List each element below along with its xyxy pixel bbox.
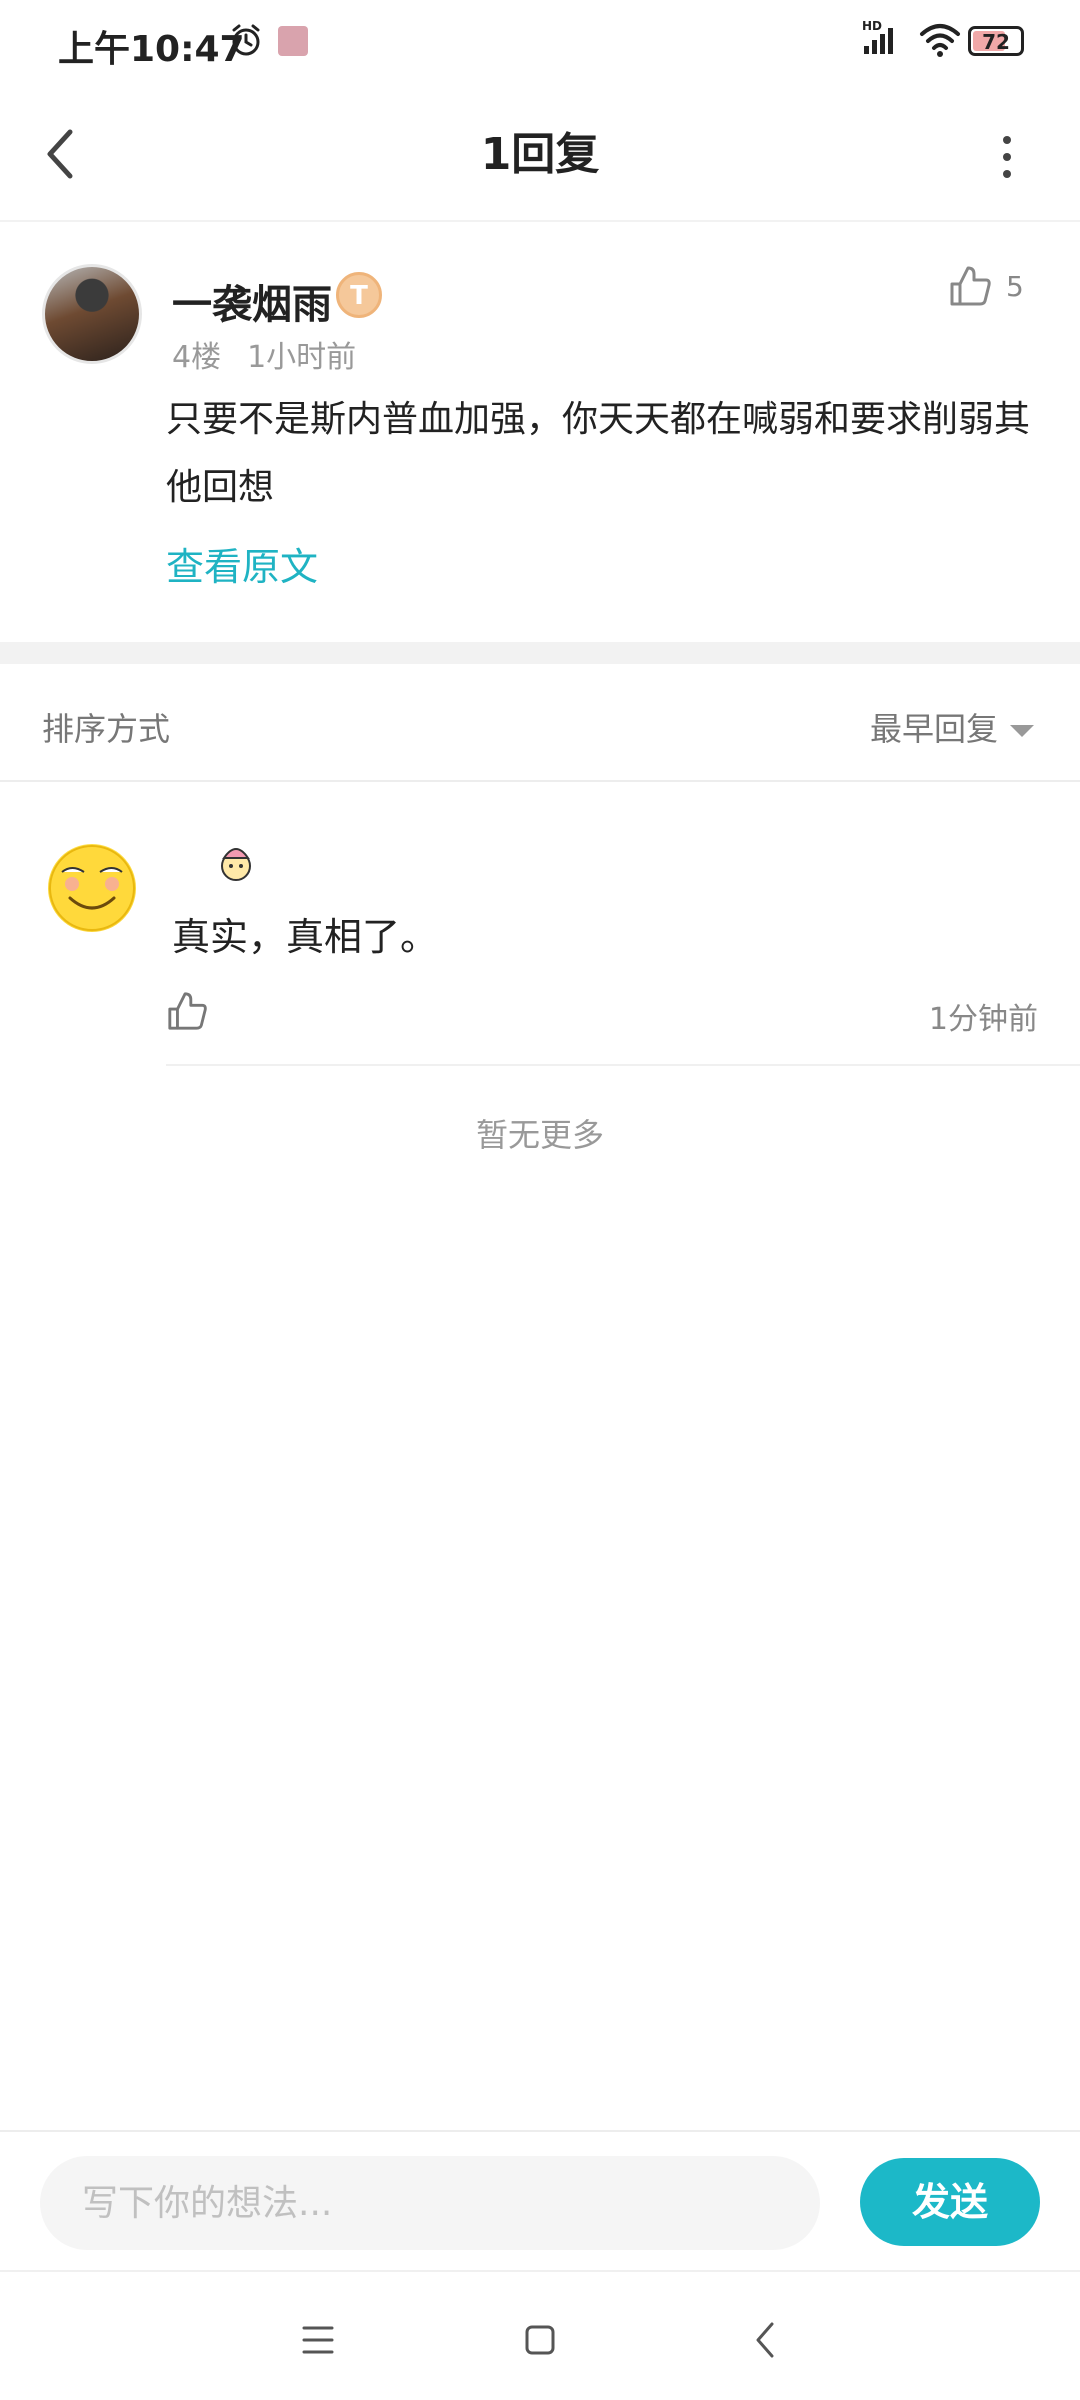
comment-text: 只要不是斯内普血加强，你天天都在喊弱和要求削弱其他回想 — [166, 399, 1031, 508]
sort-label: 排序方式 — [42, 710, 171, 748]
back-chevron-icon[interactable] — [738, 2312, 794, 2368]
thumbs-up-icon[interactable] — [166, 990, 208, 1032]
no-more-text: 暂无更多 — [475, 1116, 604, 1154]
header: 1回复 — [0, 84, 1080, 222]
avatar[interactable] — [42, 264, 142, 364]
battery-text: 72 — [982, 30, 1010, 54]
app-notification-icon — [278, 26, 308, 56]
alarm-icon — [232, 24, 260, 56]
reply-item: 真实，真相了。 1分钟前 — [0, 782, 1080, 1068]
floor-number: 4楼 — [172, 340, 222, 375]
level-badge-text: T — [350, 281, 368, 311]
page-title: 1回复 — [480, 129, 600, 180]
original-comment: 一袭烟雨 T 5 4楼 1小时前 只要不是斯内普血加强，你天天都在喊弱和要求削弱其… — [0, 222, 1080, 642]
status-time: 上午10:47 — [58, 29, 245, 70]
username[interactable]: 一袭烟雨 — [172, 272, 332, 330]
status-bar: 上午10:47 HD 72 — [0, 0, 1080, 84]
sort-bar: 排序方式 最早回复 — [0, 664, 1080, 782]
system-nav-bar — [0, 2270, 1080, 2400]
sort-selected-value: 最早回复 — [869, 710, 998, 748]
reply-text: 真实，真相了。 — [172, 915, 439, 959]
wifi-icon — [920, 24, 960, 57]
reply-divider — [166, 1064, 1080, 1066]
reply-time: 1分钟前 — [928, 1002, 1038, 1037]
section-divider — [0, 642, 1080, 664]
user-badge-icon — [221, 848, 251, 881]
comment-time: 1小时前 — [247, 340, 357, 375]
svg-text:HD: HD — [862, 19, 882, 33]
view-original-link[interactable]: 查看原文 — [166, 536, 318, 591]
more-vertical-icon[interactable] — [982, 122, 1032, 192]
avatar[interactable] — [48, 844, 136, 932]
comment-bar: 发送 — [0, 2130, 1080, 2270]
level-badge: T — [336, 272, 382, 318]
menu-icon[interactable] — [290, 2312, 346, 2368]
thumbs-up-icon[interactable] — [948, 264, 992, 308]
comment-input[interactable] — [40, 2156, 820, 2250]
home-square-icon[interactable] — [512, 2312, 568, 2368]
hd-signal-icon: HD — [862, 19, 893, 54]
like-count: 5 — [1006, 270, 1024, 303]
send-button[interactable]: 发送 — [860, 2158, 1040, 2246]
comment-meta: 4楼 1小时前 — [172, 332, 356, 376]
battery-icon: 72 — [968, 26, 1024, 56]
sort-dropdown[interactable]: 最早回复 — [870, 704, 1034, 750]
caret-down-icon — [1010, 725, 1034, 737]
